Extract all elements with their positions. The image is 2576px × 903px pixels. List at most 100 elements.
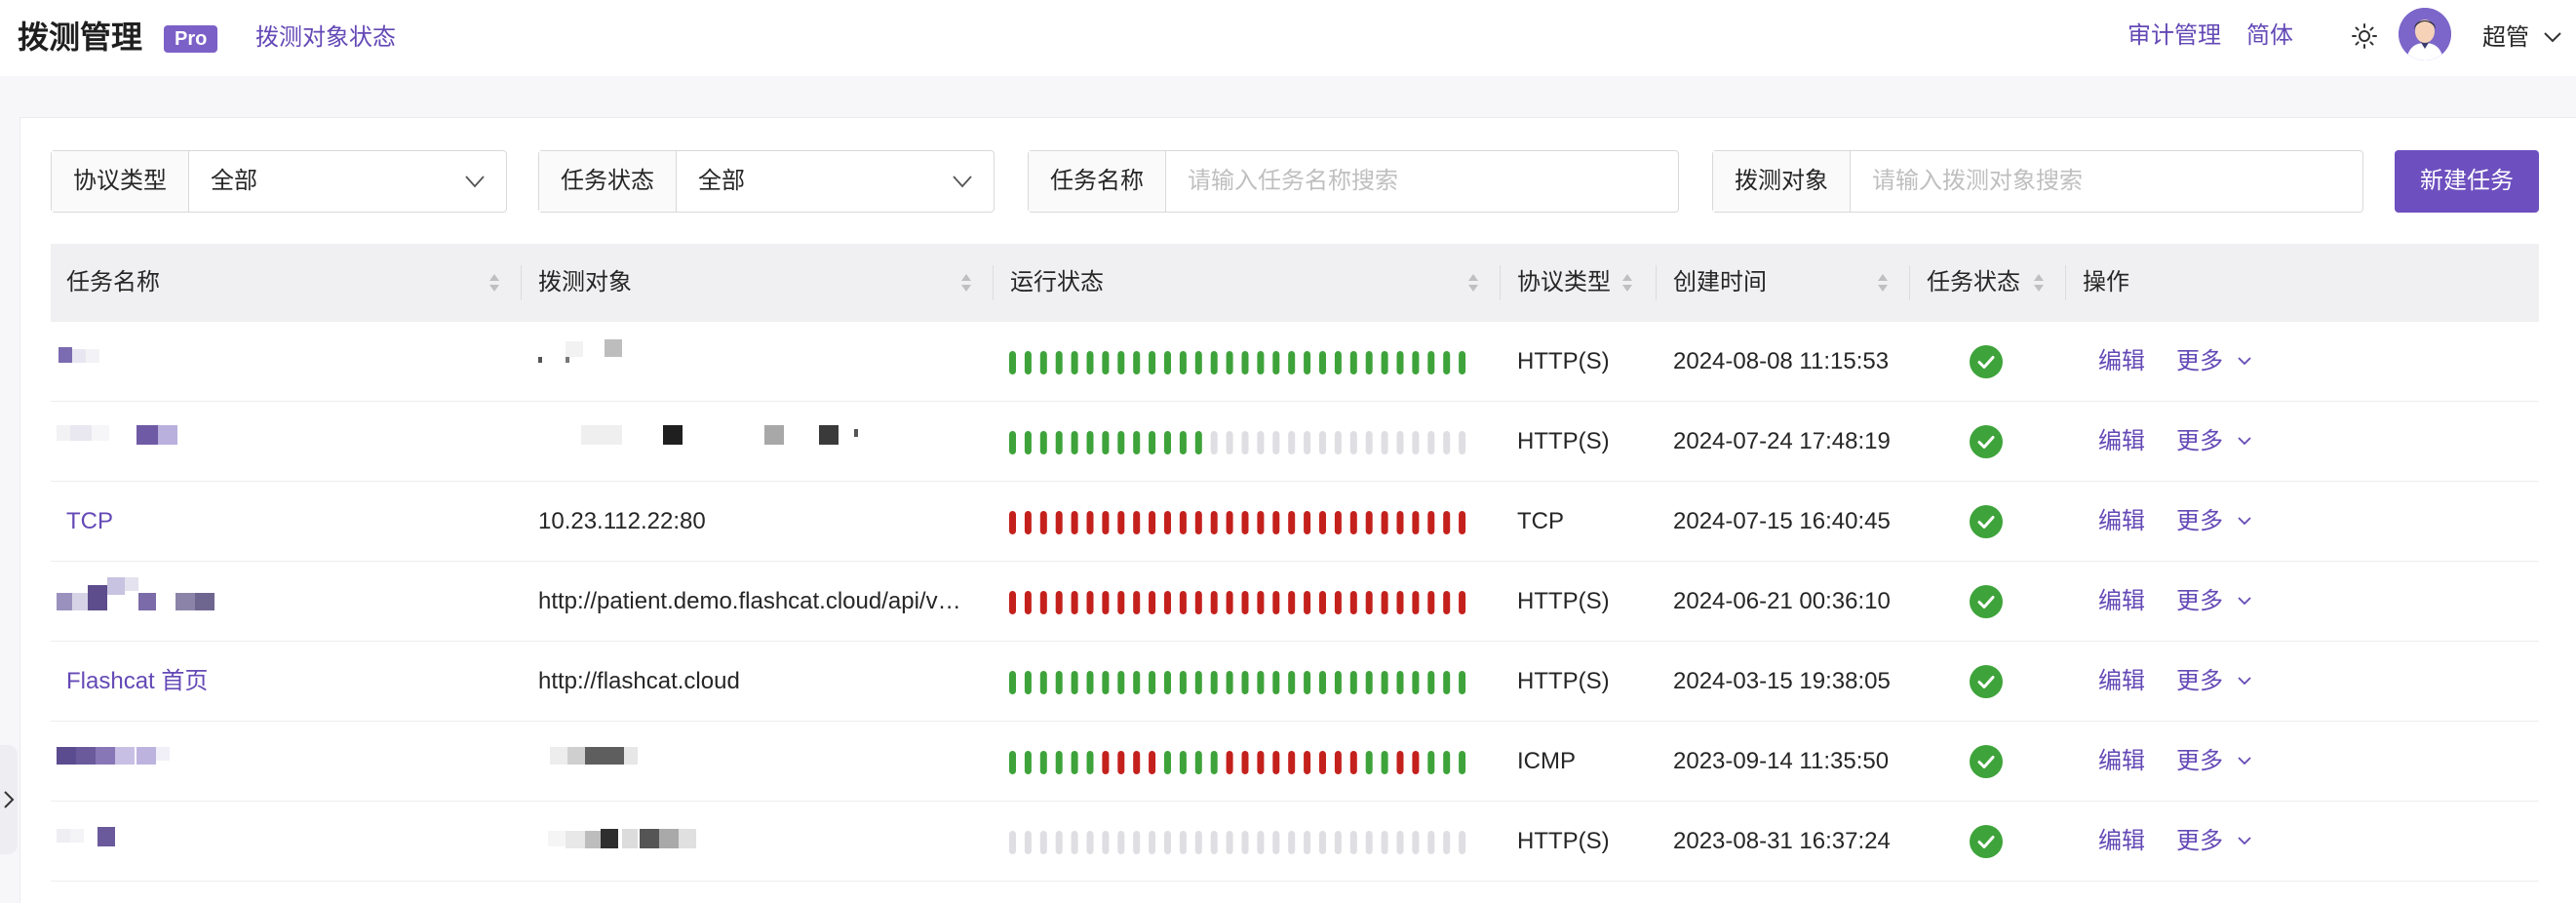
more-button[interactable]: 更多 [2176, 402, 2223, 482]
run-status-bar[interactable] [1319, 671, 1326, 694]
run-status-bar[interactable] [1179, 831, 1187, 854]
run-status-bar[interactable] [1459, 831, 1466, 854]
run-status-bar[interactable] [1039, 751, 1047, 774]
run-status-bar[interactable] [1117, 351, 1125, 374]
run-status-bar[interactable] [1349, 751, 1357, 774]
run-status-bar[interactable] [1241, 431, 1249, 454]
column-header-task-status[interactable]: 任务状态 [1927, 244, 2020, 322]
run-status-bar[interactable] [1396, 831, 1404, 854]
run-status-bar[interactable] [1427, 511, 1435, 534]
run-status-bar[interactable] [1009, 431, 1016, 454]
more-button[interactable]: 更多 [2176, 802, 2223, 882]
run-status-bar[interactable] [1412, 671, 1420, 694]
run-status-bar[interactable] [1164, 431, 1171, 454]
run-status-bar[interactable] [1412, 591, 1420, 614]
more-button[interactable]: 更多 [2176, 482, 2223, 562]
run-status-bar[interactable] [1396, 351, 1404, 374]
run-status-bar[interactable] [1427, 591, 1435, 614]
run-status-bar[interactable] [1149, 831, 1156, 854]
run-status-bar[interactable] [1443, 511, 1451, 534]
run-status-bar[interactable] [1412, 351, 1420, 374]
sort-icon[interactable] [488, 271, 501, 294]
run-status-bar[interactable] [1133, 591, 1141, 614]
run-status-bar[interactable] [1086, 591, 1094, 614]
run-status-bar[interactable] [1055, 751, 1063, 774]
run-status-bar[interactable] [1412, 431, 1420, 454]
run-status-bar[interactable] [1194, 511, 1202, 534]
run-status-bar[interactable] [1241, 751, 1249, 774]
run-status-bar[interactable] [1349, 831, 1357, 854]
run-status-bar[interactable] [1304, 431, 1311, 454]
run-status-bar[interactable] [1009, 351, 1016, 374]
run-status-bar[interactable] [1039, 351, 1047, 374]
table-row[interactable]: HTTP(S) 2023-08-31 16:37:24 编辑 更多 [51, 802, 2539, 882]
chevron-down-icon[interactable] [2235, 831, 2254, 850]
nav-link-target-status[interactable]: 拨测对象状态 [255, 21, 396, 55]
more-button[interactable]: 更多 [2176, 322, 2223, 402]
edit-button[interactable]: 编辑 [2098, 402, 2145, 482]
run-status-bar[interactable] [1009, 591, 1016, 614]
run-status-bar[interactable] [1086, 671, 1094, 694]
run-status-bar[interactable] [1133, 351, 1141, 374]
run-status-bar[interactable] [1443, 591, 1451, 614]
run-status-bar[interactable] [1381, 431, 1388, 454]
run-status-bar[interactable] [1319, 831, 1326, 854]
run-status-bar[interactable] [1071, 831, 1078, 854]
sort-icon[interactable] [1620, 271, 1634, 294]
run-status-bar[interactable] [1459, 431, 1466, 454]
run-status-bar[interactable] [1427, 671, 1435, 694]
chevron-down-icon[interactable] [2235, 511, 2254, 530]
table-row[interactable]: TCP 10.23.112.22:80 TCP 2024-07-15 16:40:45… [51, 482, 2539, 562]
run-status-bar[interactable] [1071, 671, 1078, 694]
run-status-bar[interactable] [1365, 591, 1373, 614]
task-name-link[interactable] [66, 562, 515, 642]
task-name-link[interactable]: Flashcat 首页 [66, 642, 515, 722]
table-row[interactable]: Flashcat 首页 http://flashcat.cloud HTTP(S) 2… [51, 642, 2539, 722]
run-status-bar[interactable] [1349, 671, 1357, 694]
run-status-bar[interactable] [1334, 751, 1342, 774]
run-status-bar[interactable] [1381, 671, 1388, 694]
run-status-bar[interactable] [1024, 751, 1032, 774]
task-name-link[interactable] [66, 402, 515, 482]
run-status-bar[interactable] [1381, 751, 1388, 774]
run-status-bar[interactable] [1179, 751, 1187, 774]
run-status-bar[interactable] [1427, 431, 1435, 454]
task-name-search-input[interactable] [1166, 151, 1678, 212]
run-status-bar[interactable] [1055, 431, 1063, 454]
edit-button[interactable]: 编辑 [2098, 722, 2145, 802]
run-status-bar[interactable] [1459, 351, 1466, 374]
run-status-bar[interactable] [1272, 431, 1280, 454]
run-status-bar[interactable] [1288, 431, 1296, 454]
run-status-bar[interactable] [1241, 671, 1249, 694]
run-status-bar[interactable] [1334, 831, 1342, 854]
run-status-bar[interactable] [1304, 511, 1311, 534]
run-status-bar[interactable] [1272, 351, 1280, 374]
column-header-run-status[interactable]: 运行状态 [1010, 244, 1104, 322]
edit-button[interactable]: 编辑 [2098, 482, 2145, 562]
run-status-bar[interactable] [1071, 431, 1078, 454]
run-status-bar[interactable] [1024, 511, 1032, 534]
run-status-bar[interactable] [1381, 591, 1388, 614]
run-status-bar[interactable] [1257, 671, 1265, 694]
run-status-bar[interactable] [1102, 431, 1110, 454]
run-status-bar[interactable] [1241, 351, 1249, 374]
task-name-link[interactable]: TCP [66, 482, 515, 562]
run-status-bar[interactable] [1149, 591, 1156, 614]
column-header-created[interactable]: 创建时间 [1673, 244, 1767, 322]
run-status-bar[interactable] [1179, 351, 1187, 374]
run-status-bar[interactable] [1071, 351, 1078, 374]
run-status-bar[interactable] [1179, 671, 1187, 694]
run-status-bar[interactable] [1086, 511, 1094, 534]
run-status-bar[interactable] [1179, 511, 1187, 534]
run-status-bar[interactable] [1102, 511, 1110, 534]
run-status-bar[interactable] [1164, 511, 1171, 534]
table-row[interactable]: HTTP(S) 2024-08-08 11:15:53 编辑 更多 [51, 322, 2539, 402]
run-status-bar[interactable] [1210, 671, 1218, 694]
run-status-bar[interactable] [1272, 511, 1280, 534]
run-status-bar[interactable] [1194, 351, 1202, 374]
chevron-down-icon[interactable] [2235, 671, 2254, 690]
run-status-bar[interactable] [1164, 831, 1171, 854]
run-status-bar[interactable] [1226, 431, 1233, 454]
run-status-bar[interactable] [1009, 511, 1016, 534]
run-status-bar[interactable] [1412, 831, 1420, 854]
